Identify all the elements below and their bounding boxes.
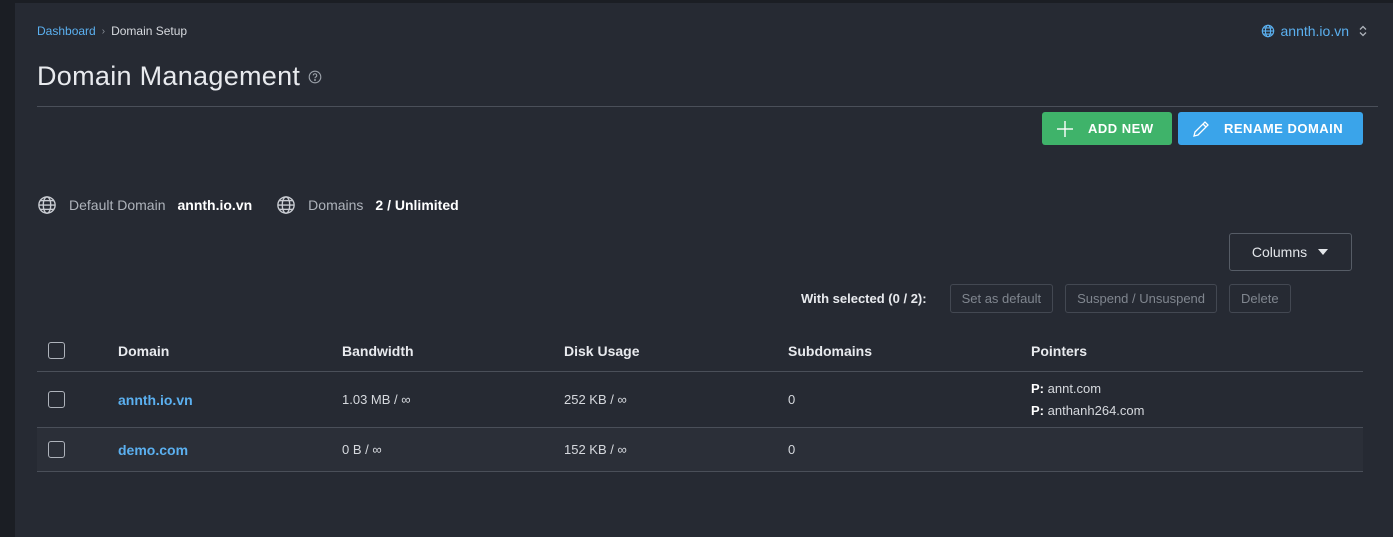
select-all-checkbox[interactable] (48, 342, 65, 359)
default-domain-value: annth.io.vn (177, 197, 253, 213)
bulk-selected-label: With selected (0 / 2): (801, 291, 927, 306)
bandwidth-cell: 1.03 MB / ∞ (342, 392, 411, 407)
breadcrumb-dashboard-link[interactable]: Dashboard (37, 24, 96, 38)
default-domain-stat: Default Domain annth.io.vn (37, 195, 252, 215)
table-header: Domain Bandwidth Disk Usage Subdomains P… (37, 330, 1363, 372)
row-checkbox[interactable] (48, 441, 65, 458)
bulk-actions: With selected (0 / 2): Set as default Su… (801, 284, 1291, 313)
domains-count-stat: Domains 2 / Unlimited (276, 195, 459, 215)
domains-value: 2 / Unlimited (375, 197, 459, 213)
table-row: annth.io.vn 1.03 MB / ∞ 252 KB / ∞ 0 P: … (37, 372, 1363, 428)
domain-link[interactable]: demo.com (118, 442, 188, 458)
table-row: demo.com 0 B / ∞ 152 KB / ∞ 0 (37, 428, 1363, 472)
disk-usage-cell: 252 KB / ∞ (564, 392, 627, 407)
globe-icon (1261, 24, 1275, 38)
columns-label: Columns (1251, 244, 1308, 260)
rename-domain-button[interactable]: RENAME DOMAIN (1178, 112, 1363, 145)
set-default-button[interactable]: Set as default (949, 284, 1054, 313)
domain-switcher[interactable]: annth.io.vn (1261, 23, 1368, 39)
pointer-value: anthanh264.com (1047, 402, 1145, 418)
pointer-prefix: P: (1031, 380, 1044, 396)
plus-icon (1042, 120, 1088, 138)
subdomains-cell: 0 (788, 442, 796, 457)
domain-switcher-label: annth.io.vn (1280, 23, 1350, 39)
rename-domain-label: RENAME DOMAIN (1224, 121, 1344, 136)
title-divider (37, 106, 1378, 107)
page-title: Domain Management (37, 61, 322, 92)
domain-stats: Default Domain annth.io.vn Domains 2 / U… (37, 195, 483, 215)
domain-link[interactable]: annth.io.vn (118, 392, 193, 408)
pointers-cell: P: annt.com P: anthanh264.com (1031, 378, 1363, 422)
breadcrumb-current: Domain Setup (111, 24, 188, 38)
header-subdomains[interactable]: Subdomains (788, 343, 1031, 359)
row-checkbox[interactable] (48, 391, 65, 408)
add-new-button[interactable]: ADD NEW (1042, 112, 1172, 145)
pointer-entry: P: anthanh264.com (1031, 400, 1363, 422)
pointer-prefix: P: (1031, 402, 1044, 418)
subdomains-cell: 0 (788, 392, 796, 407)
header-pointers[interactable]: Pointers (1031, 343, 1363, 359)
pencil-icon (1178, 120, 1224, 138)
globe-icon (37, 195, 57, 215)
delete-button[interactable]: Delete (1229, 284, 1291, 313)
up-down-chevron-icon (1359, 25, 1367, 37)
help-circle-icon[interactable] (308, 70, 322, 84)
columns-dropdown-button[interactable]: Columns (1229, 233, 1352, 271)
breadcrumb: Dashboard › Domain Setup (37, 24, 187, 38)
globe-icon (276, 195, 296, 215)
disk-usage-cell: 152 KB / ∞ (564, 442, 627, 457)
add-new-label: ADD NEW (1088, 121, 1154, 136)
domains-table: Domain Bandwidth Disk Usage Subdomains P… (37, 330, 1363, 472)
pointer-value: annt.com (1047, 380, 1102, 396)
header-disk-usage[interactable]: Disk Usage (564, 343, 788, 359)
header-domain[interactable]: Domain (118, 343, 342, 359)
domains-label: Domains (308, 197, 364, 213)
default-domain-label: Default Domain (69, 197, 166, 213)
main-panel: Dashboard › Domain Setup annth.io.vn Dom… (15, 3, 1393, 537)
page-title-text: Domain Management (37, 61, 301, 91)
pointer-entry: P: annt.com (1031, 378, 1363, 400)
suspend-button[interactable]: Suspend / Unsuspend (1065, 284, 1218, 313)
breadcrumb-separator: › (101, 25, 106, 37)
bandwidth-cell: 0 B / ∞ (342, 442, 382, 457)
caret-down-icon (1317, 248, 1329, 256)
header-bandwidth[interactable]: Bandwidth (342, 343, 564, 359)
